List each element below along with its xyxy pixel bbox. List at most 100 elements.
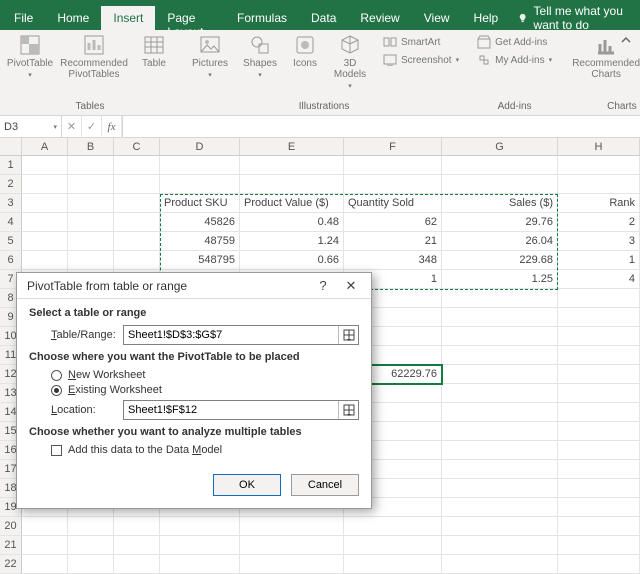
cell-H21[interactable] [558,536,640,555]
cell-G6[interactable]: 229.68 [442,251,558,270]
cell-B4[interactable] [68,213,114,232]
cell-G13[interactable] [442,384,558,403]
tab-help[interactable]: Help [462,6,511,30]
icons-button[interactable]: Icons [286,34,324,69]
cell-H7[interactable]: 4 [558,270,640,289]
cell-C2[interactable] [114,175,160,194]
cell-C1[interactable] [114,156,160,175]
col-head-H[interactable]: H [558,138,640,156]
table-button[interactable]: Table [134,34,174,69]
cell-D6[interactable]: 548795 [160,251,240,270]
screenshot-button[interactable]: Screenshot ▾ [380,52,462,68]
tab-formulas[interactable]: Formulas [225,6,299,30]
cell-F2[interactable] [344,175,442,194]
pivot-table-button[interactable]: PivotTable ▾ [6,34,54,79]
cell-G4[interactable]: 29.76 [442,213,558,232]
cell-H12[interactable] [558,365,640,384]
radio-existing-worksheet[interactable]: Existing Worksheet [51,384,359,396]
cell-B5[interactable] [68,232,114,251]
cell-H13[interactable] [558,384,640,403]
row-head-4[interactable]: 4 [0,213,22,232]
cell-E5[interactable]: 1.24 [240,232,344,251]
cell-G17[interactable] [442,460,558,479]
cell-D20[interactable] [160,517,240,536]
cell-D3[interactable]: Product SKU [160,194,240,213]
cell-D1[interactable] [160,156,240,175]
pictures-button[interactable]: Pictures ▾ [186,34,234,79]
tab-home[interactable]: Home [45,6,101,30]
cell-H11[interactable] [558,346,640,365]
table-range-input[interactable] [124,329,338,341]
row-head-22[interactable]: 22 [0,555,22,574]
cell-C20[interactable] [114,517,160,536]
col-head-D[interactable]: D [160,138,240,156]
cell-E21[interactable] [240,536,344,555]
cell-F21[interactable] [344,536,442,555]
formula-input[interactable] [123,116,640,137]
row-head-6[interactable]: 6 [0,251,22,270]
cell-F3[interactable]: Quantity Sold [344,194,442,213]
cell-H6[interactable]: 1 [558,251,640,270]
cell-F4[interactable]: 62 [344,213,442,232]
3d-models-button[interactable]: 3D Models ▾ [326,34,374,90]
cell-H14[interactable] [558,403,640,422]
cell-G19[interactable] [442,498,558,517]
cell-G12[interactable] [442,365,558,384]
cell-F22[interactable] [344,555,442,574]
cell-G3[interactable]: Sales ($) [442,194,558,213]
cell-G1[interactable] [442,156,558,175]
cell-C4[interactable] [114,213,160,232]
cell-G15[interactable] [442,422,558,441]
cell-D5[interactable]: 48759 [160,232,240,251]
cell-B6[interactable] [68,251,114,270]
cell-C21[interactable] [114,536,160,555]
collapse-ribbon-icon[interactable] [620,34,634,48]
cell-A22[interactable] [22,555,68,574]
cell-E4[interactable]: 0.48 [240,213,344,232]
cell-E20[interactable] [240,517,344,536]
col-head-A[interactable]: A [22,138,68,156]
row-head-2[interactable]: 2 [0,175,22,194]
cell-G20[interactable] [442,517,558,536]
cell-E6[interactable]: 0.66 [240,251,344,270]
cell-G11[interactable] [442,346,558,365]
recommended-pivot-button[interactable]: Recommended PivotTables [56,34,132,80]
tab-file[interactable]: File [2,6,45,30]
cell-F20[interactable] [344,517,442,536]
cell-H16[interactable] [558,441,640,460]
cell-C6[interactable] [114,251,160,270]
cell-G22[interactable] [442,555,558,574]
cell-H3[interactable]: Rank [558,194,640,213]
select-all-cell[interactable] [0,138,22,156]
checkbox-data-model[interactable]: Add this data to the Data Model [51,444,359,456]
cell-A21[interactable] [22,536,68,555]
my-addins-button[interactable]: My Add-ins ▾ [474,52,555,68]
cell-H22[interactable] [558,555,640,574]
cell-G10[interactable] [442,327,558,346]
cell-H9[interactable] [558,308,640,327]
cell-A3[interactable] [22,194,68,213]
accept-formula-icon[interactable]: ✓ [82,116,102,138]
cell-B20[interactable] [68,517,114,536]
cell-D22[interactable] [160,555,240,574]
cell-G21[interactable] [442,536,558,555]
name-box[interactable]: D3 ▾ [0,116,62,137]
tab-review[interactable]: Review [348,6,411,30]
col-head-B[interactable]: B [68,138,114,156]
ok-button[interactable]: OK [213,474,281,496]
get-addins-button[interactable]: Get Add-ins [474,34,555,50]
cell-G2[interactable] [442,175,558,194]
cell-D4[interactable]: 45826 [160,213,240,232]
cell-H18[interactable] [558,479,640,498]
close-button[interactable]: ✕ [337,278,365,294]
range-picker-icon[interactable] [338,326,358,344]
cell-F1[interactable] [344,156,442,175]
cell-A1[interactable] [22,156,68,175]
cell-H2[interactable] [558,175,640,194]
tab-insert[interactable]: Insert [101,6,155,30]
cell-B2[interactable] [68,175,114,194]
cell-H8[interactable] [558,289,640,308]
smartart-button[interactable]: SmartArt [380,34,462,50]
cell-E2[interactable] [240,175,344,194]
cell-F6[interactable]: 348 [344,251,442,270]
